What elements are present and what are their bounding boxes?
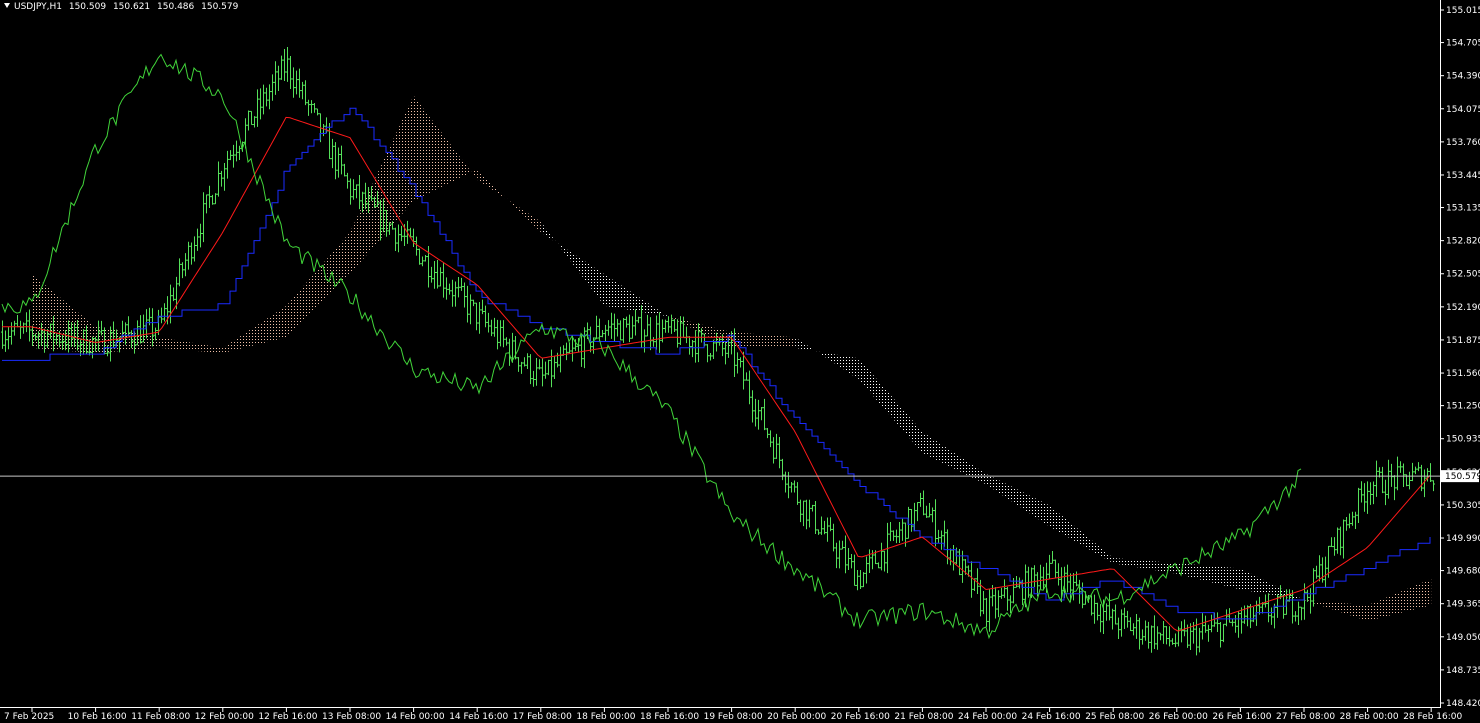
y-tick-label: 149.680 xyxy=(1446,567,1480,577)
x-tick-label: 18 Feb 16:00 xyxy=(640,712,699,722)
x-tick-label: 13 Feb 08:00 xyxy=(322,712,381,722)
x-tick-label: 24 Feb 16:00 xyxy=(1022,712,1081,722)
y-tick-label: 151.250 xyxy=(1446,402,1480,412)
x-tick-label: 10 Feb 16:00 xyxy=(68,712,127,722)
x-tick-label: 25 Feb 08:00 xyxy=(1085,712,1144,722)
x-tick-label: 19 Feb 08:00 xyxy=(704,712,763,722)
y-tick-label: 154.075 xyxy=(1446,105,1480,115)
x-tick-label: 7 Feb 2025 xyxy=(4,712,54,722)
y-tick-label: 150.305 xyxy=(1446,501,1480,511)
y-tick-label: 149.990 xyxy=(1446,534,1480,544)
x-tick-label: 26 Feb 00:00 xyxy=(1149,712,1208,722)
y-tick-label: 154.390 xyxy=(1446,72,1480,82)
x-tick-label: 21 Feb 08:00 xyxy=(894,712,953,722)
y-tick-label: 149.050 xyxy=(1446,633,1480,643)
x-tick-label: 27 Feb 08:00 xyxy=(1276,712,1335,722)
y-tick-label: 154.705 xyxy=(1446,39,1480,49)
chart-header: USDJPY,H1 150.509 150.621 150.486 150.57… xyxy=(4,2,242,12)
y-tick-label: 153.445 xyxy=(1446,171,1480,181)
ohlc-close: 150.579 xyxy=(201,2,239,12)
y-tick-label: 152.820 xyxy=(1446,237,1480,247)
y-tick-label: 150.935 xyxy=(1446,435,1480,445)
x-tick-label: 12 Feb 16:00 xyxy=(258,712,317,722)
y-tick-label: 151.560 xyxy=(1446,369,1480,379)
x-tick-label: 12 Feb 00:00 xyxy=(195,712,254,722)
x-tick-label: 18 Feb 00:00 xyxy=(576,712,635,722)
ohlc-open: 150.509 xyxy=(68,2,107,12)
y-tick-label: 148.735 xyxy=(1446,666,1480,676)
x-tick-label: 14 Feb 00:00 xyxy=(386,712,445,722)
x-tick-label: 26 Feb 16:00 xyxy=(1212,712,1271,722)
y-tick-label: 149.365 xyxy=(1446,600,1480,610)
x-tick-label: 11 Feb 08:00 xyxy=(131,712,190,722)
current-price-text: 150.579 xyxy=(1445,472,1480,482)
ohlc-low: 150.486 xyxy=(157,2,195,12)
y-tick-label: 152.505 xyxy=(1446,270,1480,280)
x-tick-label: 17 Feb 08:00 xyxy=(513,712,572,722)
x-tick-label: 28 Feb 00:00 xyxy=(1340,712,1399,722)
price-chart[interactable]: 155.015 154.705 154.390 154.075 153.760 153.4… xyxy=(0,0,1480,723)
symbol-timeframe: USDJPY,H1 xyxy=(14,2,62,12)
y-tick-label: 153.135 xyxy=(1446,204,1480,214)
chevron-down-icon[interactable] xyxy=(4,3,10,8)
x-tick-label: 20 Feb 00:00 xyxy=(767,712,826,722)
x-tick-label: 14 Feb 16:00 xyxy=(449,712,508,722)
ohlc-high: 150.621 xyxy=(112,2,151,12)
y-tick-label: 155.015 xyxy=(1446,6,1480,16)
y-tick-label: 148.420 xyxy=(1446,699,1480,709)
y-tick-label: 153.760 xyxy=(1446,138,1480,148)
y-tick-label: 152.190 xyxy=(1446,303,1480,313)
x-tick-label: 24 Feb 00:00 xyxy=(958,712,1017,722)
y-tick-label: 151.875 xyxy=(1446,336,1480,346)
x-tick-label: 28 Feb 16:00 xyxy=(1403,712,1462,722)
current-price-label: 150.579 xyxy=(1441,470,1480,483)
x-tick-label: 20 Feb 16:00 xyxy=(831,712,890,722)
